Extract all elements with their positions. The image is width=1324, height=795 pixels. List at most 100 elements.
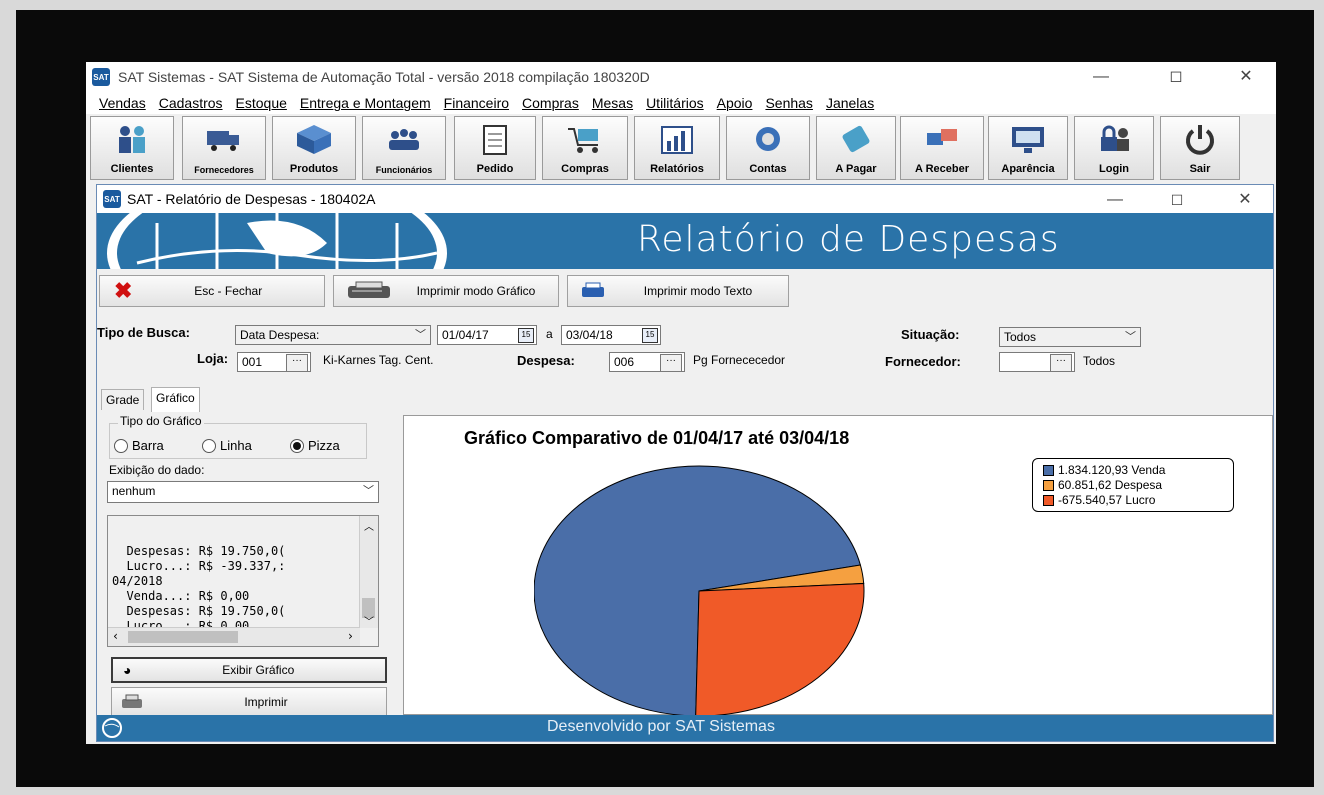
menu-item-estoque[interactable]: Estoque bbox=[236, 95, 287, 111]
toolbar-button-a-receber[interactable]: A Receber bbox=[900, 116, 984, 180]
minimize-button[interactable]: — bbox=[1081, 66, 1121, 88]
radio-bar-label: Barra bbox=[132, 438, 164, 453]
store-code-value: 001 bbox=[242, 355, 263, 369]
menu-item-vendas[interactable]: Vendas bbox=[99, 95, 146, 111]
toolbar-button-label: Funcionários bbox=[375, 165, 433, 175]
supplier-name: Todos bbox=[1083, 354, 1116, 368]
toolbar-button-login[interactable]: Login bbox=[1074, 116, 1154, 180]
status-filter-value: Todos bbox=[1004, 330, 1037, 344]
store-name: Ki-Karnes Tag. Cent. bbox=[323, 353, 434, 367]
legend-item: 60.851,62 Despesa bbox=[1043, 478, 1162, 492]
status-filter-select[interactable]: Todos ﹀ bbox=[999, 327, 1141, 347]
store-code-input[interactable]: 001 ··· bbox=[237, 352, 311, 372]
date-to-value: 03/04/18 bbox=[566, 328, 613, 342]
toolbar-button-contas[interactable]: Contas bbox=[726, 116, 810, 180]
chart-icon: ◕ bbox=[123, 662, 132, 678]
clipboard-icon bbox=[483, 125, 507, 155]
toolbar-button-compras[interactable]: Compras bbox=[542, 116, 628, 180]
menu-item-senhas[interactable]: Senhas bbox=[765, 95, 812, 111]
menu-item-financeiro[interactable]: Financeiro bbox=[444, 95, 509, 111]
report-window-title: SAT - Relatório de Despesas - 180402A bbox=[127, 191, 376, 207]
employees-icon bbox=[389, 129, 419, 150]
supplier-lookup-button[interactable]: ··· bbox=[1050, 354, 1072, 371]
vertical-scrollbar[interactable]: ︿ ﹀ bbox=[359, 516, 378, 628]
pie-slice-lucro bbox=[695, 582, 865, 716]
print-button[interactable]: Imprimir bbox=[111, 687, 387, 717]
radio-line[interactable]: Linha bbox=[202, 438, 252, 453]
store-lookup-button[interactable]: ··· bbox=[286, 354, 308, 371]
toolbar-button-produtos[interactable]: Produtos bbox=[272, 116, 356, 180]
toolbar-button-label: Aparência bbox=[1001, 163, 1055, 175]
menu-item-mesas[interactable]: Mesas bbox=[592, 95, 633, 111]
radio-pie[interactable]: Pizza bbox=[290, 438, 340, 453]
data-display-label: Exibição do dado: bbox=[109, 463, 205, 477]
toolbar-button-label: Sair bbox=[1189, 163, 1211, 175]
scroll-down-icon[interactable]: ﹀ bbox=[364, 613, 374, 628]
toolbar-button-label: Compras bbox=[561, 163, 609, 175]
expense-lookup-button[interactable]: ··· bbox=[660, 354, 682, 371]
cart-icon bbox=[568, 128, 598, 153]
data-display-select[interactable]: nenhum ﹀ bbox=[107, 481, 379, 503]
print-graphic-button[interactable]: Imprimir modo Gráfico bbox=[333, 275, 559, 307]
bar-chart-icon bbox=[661, 126, 693, 154]
radio-pie-label: Pizza bbox=[308, 438, 340, 453]
bezel-bottom bbox=[0, 787, 1324, 795]
close-button[interactable]: ✕ bbox=[1226, 66, 1266, 88]
chevron-down-icon: ﹀ bbox=[1125, 331, 1136, 343]
chevron-down-icon: ﹀ bbox=[363, 485, 374, 497]
toolbar-button-a-pagar[interactable]: A Pagar bbox=[816, 116, 896, 180]
box-icon bbox=[297, 125, 331, 154]
close-report-button[interactable]: ✖ Esc - Fechar bbox=[99, 275, 325, 307]
bezel-top bbox=[0, 0, 1324, 10]
bezel-right bbox=[1314, 0, 1324, 795]
toolbar-button-sair[interactable]: Sair bbox=[1160, 116, 1240, 180]
toolbar-button-fornecedores[interactable]: Fornecedores bbox=[182, 116, 266, 180]
expense-code-value: 006 bbox=[614, 355, 635, 369]
show-chart-label: Exibir Gráfico bbox=[222, 663, 295, 677]
radio-circle bbox=[202, 438, 216, 453]
action-button-row: ✖ Esc - Fechar Imprimir modo Gráfico Imp… bbox=[97, 271, 1273, 311]
summary-text-area[interactable]: Despesas: R$ 19.750,0( Lucro...: R$ -39.… bbox=[107, 515, 379, 647]
horizontal-scrollbar[interactable]: ‹ › bbox=[108, 627, 360, 646]
print-text-button[interactable]: Imprimir modo Texto bbox=[567, 275, 789, 307]
expense-code-input[interactable]: 006 ··· bbox=[609, 352, 685, 372]
menu-item-compras[interactable]: Compras bbox=[522, 95, 579, 111]
maximize-button[interactable]: ◻ bbox=[1156, 66, 1196, 88]
tab-grade[interactable]: Grade bbox=[101, 389, 145, 410]
supplier-code-input[interactable]: ··· bbox=[999, 352, 1075, 372]
toolbar-button-relatórios[interactable]: Relatórios bbox=[634, 116, 720, 180]
menu-item-janelas[interactable]: Janelas bbox=[826, 95, 874, 111]
menu-item-cadastros[interactable]: Cadastros bbox=[159, 95, 223, 111]
toolbar-button-clientes[interactable]: Clientes bbox=[90, 116, 174, 180]
report-close-button[interactable]: ✕ bbox=[1225, 189, 1265, 211]
date-to-input[interactable]: 03/04/18 15 bbox=[561, 325, 661, 345]
search-type-select[interactable]: Data Despesa: ﹀ bbox=[235, 325, 431, 345]
radio-bar[interactable]: Barra bbox=[114, 438, 164, 453]
power-icon bbox=[1186, 125, 1214, 155]
main-toolbar: Clientes Fornecedores Produtos Funcionários… bbox=[86, 114, 1276, 184]
scroll-left-icon[interactable]: ‹ bbox=[112, 629, 119, 643]
report-minimize-button[interactable]: — bbox=[1095, 189, 1135, 211]
printer-icon bbox=[122, 694, 142, 708]
scroll-up-icon[interactable]: ︿ bbox=[364, 518, 374, 533]
menu-item-apoio[interactable]: Apoio bbox=[717, 95, 753, 111]
calendar-icon[interactable]: 15 bbox=[642, 328, 658, 343]
calendar-icon[interactable]: 15 bbox=[518, 328, 534, 343]
toolbar-button-pedido[interactable]: Pedido bbox=[454, 116, 536, 180]
printer-blue-icon bbox=[582, 282, 604, 297]
report-maximize-button[interactable]: ☐ bbox=[1157, 189, 1197, 211]
show-chart-button[interactable]: ◕ Exibir Gráfico bbox=[111, 657, 387, 683]
scroll-right-icon[interactable]: › bbox=[347, 629, 354, 643]
app-title-bar: SAT SAT Sistemas - SAT Sistema de Automa… bbox=[86, 62, 1276, 92]
toolbar-button-label: Produtos bbox=[289, 163, 339, 175]
toolbar-button-funcionários[interactable]: Funcionários bbox=[362, 116, 446, 180]
menu-item-utilitários[interactable]: Utilitários bbox=[646, 95, 704, 111]
chart-legend: 1.834.120,93 Venda 60.851,62 Despesa -675.… bbox=[1032, 458, 1234, 512]
scroll-hthumb[interactable] bbox=[128, 631, 238, 643]
bezel-left bbox=[0, 0, 16, 795]
menu-item-entrega-e-montagem[interactable]: Entrega e Montagem bbox=[300, 95, 431, 111]
legend-swatch bbox=[1043, 464, 1054, 476]
toolbar-button-aparência[interactable]: Aparência bbox=[988, 116, 1068, 180]
tab-grafico[interactable]: Gráfico bbox=[151, 387, 200, 412]
date-from-input[interactable]: 01/04/17 15 bbox=[437, 325, 537, 345]
